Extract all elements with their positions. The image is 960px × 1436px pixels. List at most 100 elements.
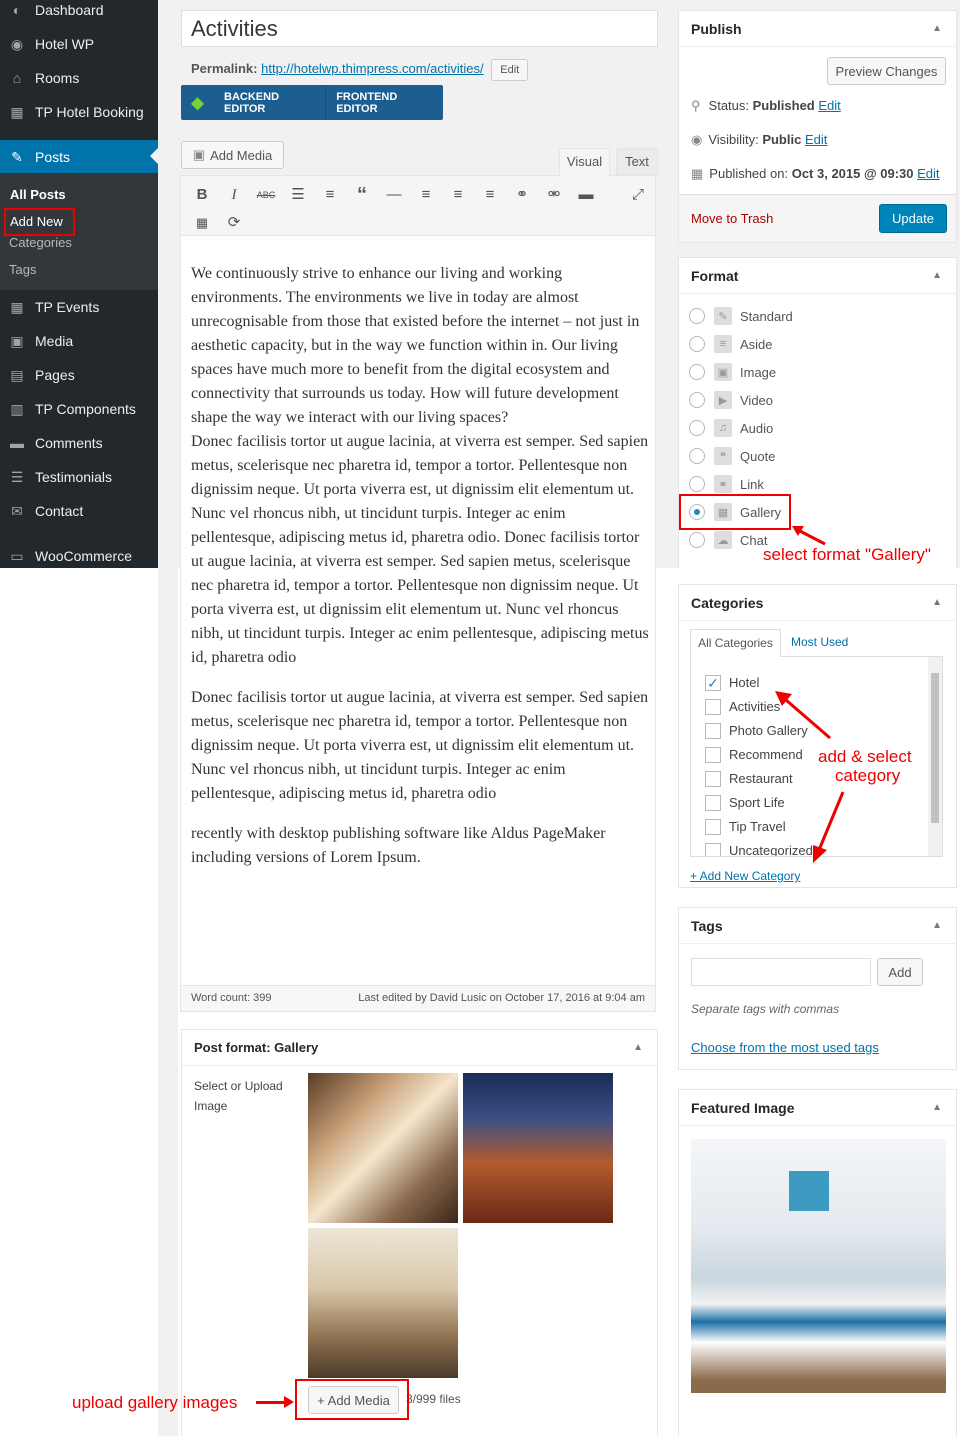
scrollbar[interactable] [928, 657, 942, 856]
sidebar-item-tp-events[interactable]: ▦ TP Events [0, 291, 158, 323]
sidebar-item-testimonials[interactable]: ☰ Testimonials [0, 461, 158, 493]
bullet-list-icon[interactable]: ☰ [287, 184, 309, 206]
sidebar-item-tp-hotel-booking[interactable]: ▦ TP Hotel Booking [0, 96, 158, 128]
submenu-all-posts[interactable]: All Posts [10, 187, 66, 202]
category-checkbox[interactable] [705, 747, 721, 763]
gallery-box-header[interactable]: Post format: Gallery ▲ [182, 1030, 657, 1066]
collapse-icon[interactable]: ▲ [932, 920, 942, 931]
sidebar-item-media[interactable]: ▣ Media [0, 325, 158, 357]
audio-format-icon: ♫ [714, 419, 732, 437]
blockquote-icon[interactable]: “ [351, 184, 373, 206]
tab-all-categories[interactable]: All Categories [690, 629, 781, 657]
category-checkbox[interactable] [705, 819, 721, 835]
format-option-video[interactable]: ▶ Video [714, 391, 773, 409]
numbered-list-icon[interactable]: ≡ [319, 184, 341, 206]
editor-content[interactable]: We continuously strive to enhance our li… [191, 262, 649, 886]
tags-box-header[interactable]: Tags ▲ [679, 908, 956, 944]
link-icon[interactable]: ⚭ [511, 184, 533, 206]
collapse-icon[interactable]: ▲ [932, 270, 942, 281]
format-option-quote[interactable]: ❝ Quote [714, 447, 775, 465]
visibility-edit-link[interactable]: Edit [805, 132, 827, 147]
scrollbar-thumb[interactable] [931, 673, 939, 823]
move-to-trash-link[interactable]: Move to Trash [691, 211, 773, 226]
post-title-input[interactable]: Activities [181, 10, 658, 47]
permalink-edit-button[interactable]: Edit [491, 59, 529, 81]
submenu-categories[interactable]: Categories [9, 235, 72, 250]
format-radio-chat[interactable] [689, 532, 705, 548]
tab-visual[interactable]: Visual [559, 148, 610, 176]
align-left-icon[interactable]: ≡ [415, 184, 437, 206]
category-checkbox[interactable] [705, 843, 721, 856]
sidebar-item-rooms[interactable]: ⌂ Rooms [0, 62, 158, 94]
categories-box-header[interactable]: Categories ▲ [679, 585, 956, 621]
format-option-link[interactable]: ⚭ Link [714, 475, 764, 493]
format-option-chat[interactable]: ☁ Chat [714, 531, 767, 549]
tab-text[interactable]: Text [616, 148, 658, 175]
permalink-url[interactable]: http://hotelwp.thimpress.com/activities/ [261, 61, 484, 76]
category-checkbox[interactable]: ✓ [705, 675, 721, 691]
add-tag-button[interactable]: Add [877, 958, 923, 986]
format-radio-link[interactable] [689, 476, 705, 492]
category-label: Recommend [729, 747, 803, 762]
format-option-standard[interactable]: ✎ Standard [714, 307, 793, 325]
strikethrough-icon[interactable]: ABC [255, 184, 277, 206]
collapse-icon[interactable]: ▲ [932, 597, 942, 608]
italic-icon[interactable]: I [223, 184, 245, 206]
format-option-audio[interactable]: ♫ Audio [714, 419, 773, 437]
preview-changes-button[interactable]: Preview Changes [827, 57, 946, 85]
collapse-icon[interactable]: ▲ [932, 23, 942, 34]
sidebar-item-contact[interactable]: ✉ Contact [0, 495, 158, 527]
gallery-image-terrace[interactable] [463, 1073, 613, 1223]
format-option-aside[interactable]: ≡ Aside [714, 335, 773, 353]
published-edit-link[interactable]: Edit [917, 166, 939, 181]
sidebar-item-dashboard[interactable]: ◐ Dashboard [0, 0, 158, 26]
standard-format-icon: ✎ [714, 307, 732, 325]
sidebar-item-comments[interactable]: ▬ Comments [0, 427, 158, 459]
fullscreen-icon[interactable]: ⤢ [627, 184, 649, 206]
category-checkbox[interactable] [705, 723, 721, 739]
add-new-category-link[interactable]: + Add New Category [690, 869, 800, 883]
format-radio-image[interactable] [689, 364, 705, 380]
format-option-image[interactable]: ▣ Image [714, 363, 776, 381]
update-button[interactable]: Update [879, 204, 947, 233]
format-radio-audio[interactable] [689, 420, 705, 436]
submenu-tags[interactable]: Tags [9, 262, 36, 277]
category-checkbox[interactable] [705, 699, 721, 715]
bold-icon[interactable]: B [191, 184, 213, 206]
sidebar-item-tp-components[interactable]: ▥ TP Components [0, 393, 158, 425]
format-radio-quote[interactable] [689, 448, 705, 464]
tab-most-used[interactable]: Most Used [791, 635, 848, 649]
format-radio-standard[interactable] [689, 308, 705, 324]
choose-tags-link[interactable]: Choose from the most used tags [691, 1040, 879, 1055]
category-checkbox[interactable] [705, 771, 721, 787]
paragraph-4: recently with desktop publishing softwar… [191, 825, 606, 866]
format-radio-video[interactable] [689, 392, 705, 408]
featured-image[interactable] [691, 1139, 946, 1393]
keyboard-icon[interactable]: ▦ [191, 212, 213, 234]
add-media-button[interactable]: ▣ Add Media [181, 141, 284, 169]
unlink-icon[interactable]: ⚮ [543, 184, 565, 206]
frontend-editor-button[interactable]: FRONTEND EDITOR [326, 85, 443, 120]
format-box-header[interactable]: Format ▲ [679, 258, 956, 294]
gallery-image-lounge[interactable] [308, 1228, 458, 1378]
featured-image-header[interactable]: Featured Image ▲ [679, 1090, 956, 1126]
sidebar-item-pages[interactable]: ▤ Pages [0, 359, 158, 391]
collapse-icon[interactable]: ▲ [932, 1102, 942, 1113]
align-right-icon[interactable]: ≡ [479, 184, 501, 206]
publish-box-header[interactable]: Publish ▲ [679, 11, 956, 47]
sidebar-item-hotel-wp[interactable]: ◉ Hotel WP [0, 28, 158, 60]
tag-input[interactable] [691, 958, 871, 986]
sidebar-item-woocommerce[interactable]: ▭ WooCommerce [0, 540, 158, 572]
collapse-icon[interactable]: ▲ [633, 1042, 643, 1053]
status-edit-link[interactable]: Edit [818, 98, 840, 113]
align-center-icon[interactable]: ≡ [447, 184, 469, 206]
horizontal-line-icon[interactable]: — [383, 184, 405, 206]
gallery-image-room[interactable] [308, 1073, 458, 1223]
backend-editor-button[interactable]: BACKEND EDITOR [214, 85, 327, 120]
sidebar-item-posts[interactable]: ✎ Posts [0, 140, 158, 174]
format-radio-aside[interactable] [689, 336, 705, 352]
refresh-icon[interactable]: ⟳ [223, 212, 245, 234]
post-editor[interactable]: B I ABC ☰ ≡ “ — ≡ ≡ ≡ ⚭ ⚮ ▬ ⤢ ▦ ⟳ We con… [180, 175, 656, 1012]
read-more-icon[interactable]: ▬ [575, 184, 597, 206]
category-checkbox[interactable] [705, 795, 721, 811]
